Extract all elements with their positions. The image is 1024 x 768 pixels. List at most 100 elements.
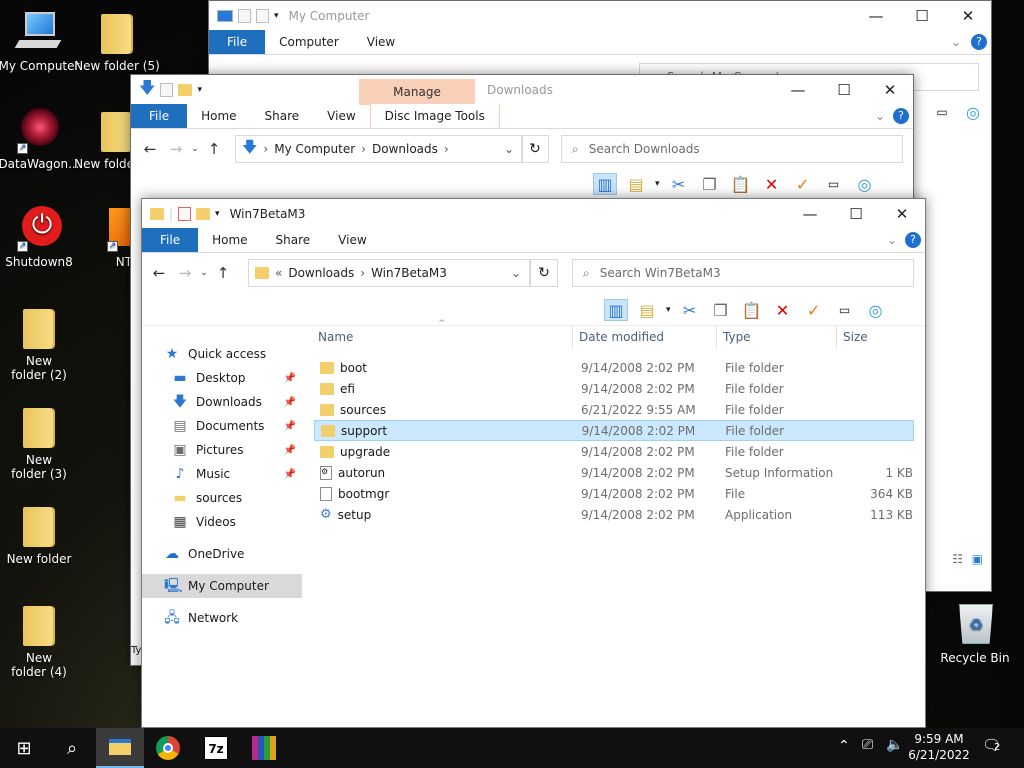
breadcrumb-downloads[interactable]: Downloads <box>288 266 354 280</box>
nav-item-downloads[interactable]: 🡇 Downloads 📌 <box>142 390 302 414</box>
up-button[interactable]: ↑ <box>210 264 236 282</box>
refresh-button[interactable]: ↻ <box>521 135 549 163</box>
refresh-button[interactable]: ↻ <box>530 259 558 287</box>
chevron-down-icon[interactable]: ▾ <box>274 11 279 21</box>
drive-icon[interactable]: ▭ <box>833 299 857 321</box>
properties-icon[interactable] <box>238 9 251 23</box>
desktop-icon-new-folder-5[interactable]: New folder (5) <box>74 10 160 73</box>
chevron-down-icon[interactable]: ⌄ <box>887 233 897 247</box>
chevron-down-icon[interactable]: ▾ <box>655 179 660 189</box>
nav-item-videos[interactable]: ▦ Videos <box>142 510 302 534</box>
cut-icon[interactable]: ✂ <box>667 173 691 195</box>
help-icon[interactable]: ? <box>905 232 921 248</box>
view-tiles-icon[interactable]: ▣ <box>972 552 983 566</box>
search-input[interactable]: ⌕ Search Downloads <box>561 135 903 163</box>
column-type[interactable]: Type <box>717 325 837 349</box>
breadcrumb-win7betam3[interactable]: Win7BetaM3 <box>371 266 447 280</box>
rename-check-icon[interactable]: ✓ <box>791 173 815 195</box>
shell-icon[interactable]: ◎ <box>853 173 877 195</box>
tab-file[interactable]: File <box>142 228 199 252</box>
file-explorer-icon[interactable] <box>96 728 144 768</box>
7zip-icon[interactable]: 7z <box>192 728 240 768</box>
minimize-button[interactable]: — <box>775 75 821 105</box>
cut-icon[interactable]: ✂ <box>678 299 702 321</box>
notification-center-icon[interactable]: 🗨 2 <box>982 736 1006 758</box>
tab-file[interactable]: File <box>209 30 266 54</box>
chevron-down-icon[interactable]: ▾ <box>666 305 671 315</box>
address-bar[interactable]: 🡇 › My Computer › Downloads › ⌄ <box>235 135 523 163</box>
desktop-icon-new-folder-4[interactable]: New folder (4) <box>0 602 82 679</box>
new-folder-icon[interactable] <box>256 9 269 23</box>
chrome-icon[interactable] <box>144 728 192 768</box>
show-hidden-icons-icon[interactable]: ⌃ <box>838 738 850 754</box>
chevron-down-icon[interactable]: ⌄ <box>504 142 514 156</box>
view-details-icon[interactable]: ☷ <box>952 552 963 566</box>
drive-icon[interactable]: ▭ <box>822 173 846 195</box>
nav-item-documents[interactable]: ▤ Documents 📌 <box>142 414 302 438</box>
tab-view[interactable]: View <box>353 30 409 54</box>
desktop-icon-recycle-bin[interactable]: ♻ Recycle Bin <box>932 602 1018 665</box>
tab-view[interactable]: View <box>313 104 369 128</box>
preview-pane-icon[interactable]: ▥ <box>593 173 617 195</box>
help-icon[interactable]: ? <box>971 34 987 50</box>
close-button[interactable]: ✕ <box>945 1 991 31</box>
shell-icon[interactable]: ◎ <box>864 299 888 321</box>
rename-check-icon[interactable]: ✓ <box>802 299 826 321</box>
clock[interactable]: 9:59 AM 6/21/2022 <box>906 731 972 763</box>
properties-icon[interactable]: ▤ <box>635 299 659 321</box>
paste-icon[interactable]: 📋 <box>729 173 753 195</box>
properties-icon[interactable] <box>160 83 174 97</box>
tab-disc-image-tools[interactable]: Disc Image Tools <box>369 104 500 128</box>
tab-home[interactable]: Home <box>187 104 250 128</box>
chevron-down-icon[interactable]: ⌄ <box>951 35 961 49</box>
paste-icon[interactable]: 📋 <box>740 299 764 321</box>
manage-contextual-tab[interactable]: Manage <box>359 79 475 105</box>
nav-item-sources[interactable]: ▬ sources <box>142 486 302 510</box>
drive-icon[interactable]: ▭ <box>930 101 954 123</box>
tab-file[interactable]: File <box>131 104 188 128</box>
nav-item-pictures[interactable]: ▣ Pictures 📌 <box>142 438 302 462</box>
pin-icon[interactable]: 📌 <box>284 397 296 408</box>
recent-locations-icon[interactable]: ⌄ <box>198 268 210 278</box>
properties-icon[interactable]: ▤ <box>624 173 648 195</box>
file-row[interactable]: boot 9/14/2008 2:02 PM File folder <box>314 357 914 378</box>
breadcrumb-downloads[interactable]: Downloads <box>372 142 438 156</box>
close-button[interactable]: ✕ <box>879 199 925 229</box>
close-button[interactable]: ✕ <box>867 75 913 105</box>
tab-share[interactable]: Share <box>262 228 325 252</box>
column-size[interactable]: Size <box>837 325 917 349</box>
start-button[interactable]: ⊞ <box>0 728 48 768</box>
volume-icon[interactable]: 🔈 <box>886 737 903 753</box>
pin-icon[interactable]: 📌 <box>284 373 296 384</box>
file-row[interactable]: upgrade 9/14/2008 2:02 PM File folder <box>314 441 914 462</box>
delete-icon[interactable]: ✕ <box>760 173 784 195</box>
search-icon[interactable]: ⌕ <box>48 728 96 768</box>
nav-item-onedrive[interactable]: ☁ OneDrive <box>142 542 302 566</box>
chevron-down-icon[interactable]: ⌄ <box>875 109 885 123</box>
forward-button[interactable]: → <box>163 140 189 158</box>
breadcrumb-overflow[interactable]: « <box>275 266 282 280</box>
search-input[interactable]: ⌕ Search Win7BetaM3 <box>572 259 914 287</box>
desktop-icon-new-folder[interactable]: New folder <box>0 503 82 566</box>
network-icon[interactable]: ⎚ <box>862 737 873 753</box>
chevron-down-icon[interactable]: ▾ <box>197 85 202 95</box>
minimize-button[interactable]: — <box>853 1 899 31</box>
copy-icon[interactable]: ❐ <box>709 299 733 321</box>
properties-icon[interactable] <box>178 207 192 221</box>
tab-home[interactable]: Home <box>198 228 261 252</box>
delete-icon[interactable]: ✕ <box>771 299 795 321</box>
copy-icon[interactable]: ❐ <box>698 173 722 195</box>
pin-icon[interactable]: 📌 <box>284 421 296 432</box>
file-row[interactable]: ⚙ autorun 9/14/2008 2:02 PM Setup Informati… <box>314 462 914 483</box>
nav-item-network[interactable]: 🖧 Network <box>142 606 302 630</box>
tab-view[interactable]: View <box>324 228 380 252</box>
preview-pane-icon[interactable]: ▥ <box>604 299 628 321</box>
chevron-down-icon[interactable]: ▾ <box>215 209 220 219</box>
new-folder-icon[interactable] <box>196 208 211 220</box>
nav-item-quick-access[interactable]: ★ Quick access <box>142 342 302 366</box>
recent-locations-icon[interactable]: ⌄ <box>189 144 201 154</box>
nav-item-desktop[interactable]: ▬ Desktop 📌 <box>142 366 302 390</box>
help-icon[interactable]: ? <box>893 108 909 124</box>
address-bar[interactable]: « Downloads › Win7BetaM3 ⌄ <box>248 259 530 287</box>
tab-computer[interactable]: Computer <box>265 30 353 54</box>
